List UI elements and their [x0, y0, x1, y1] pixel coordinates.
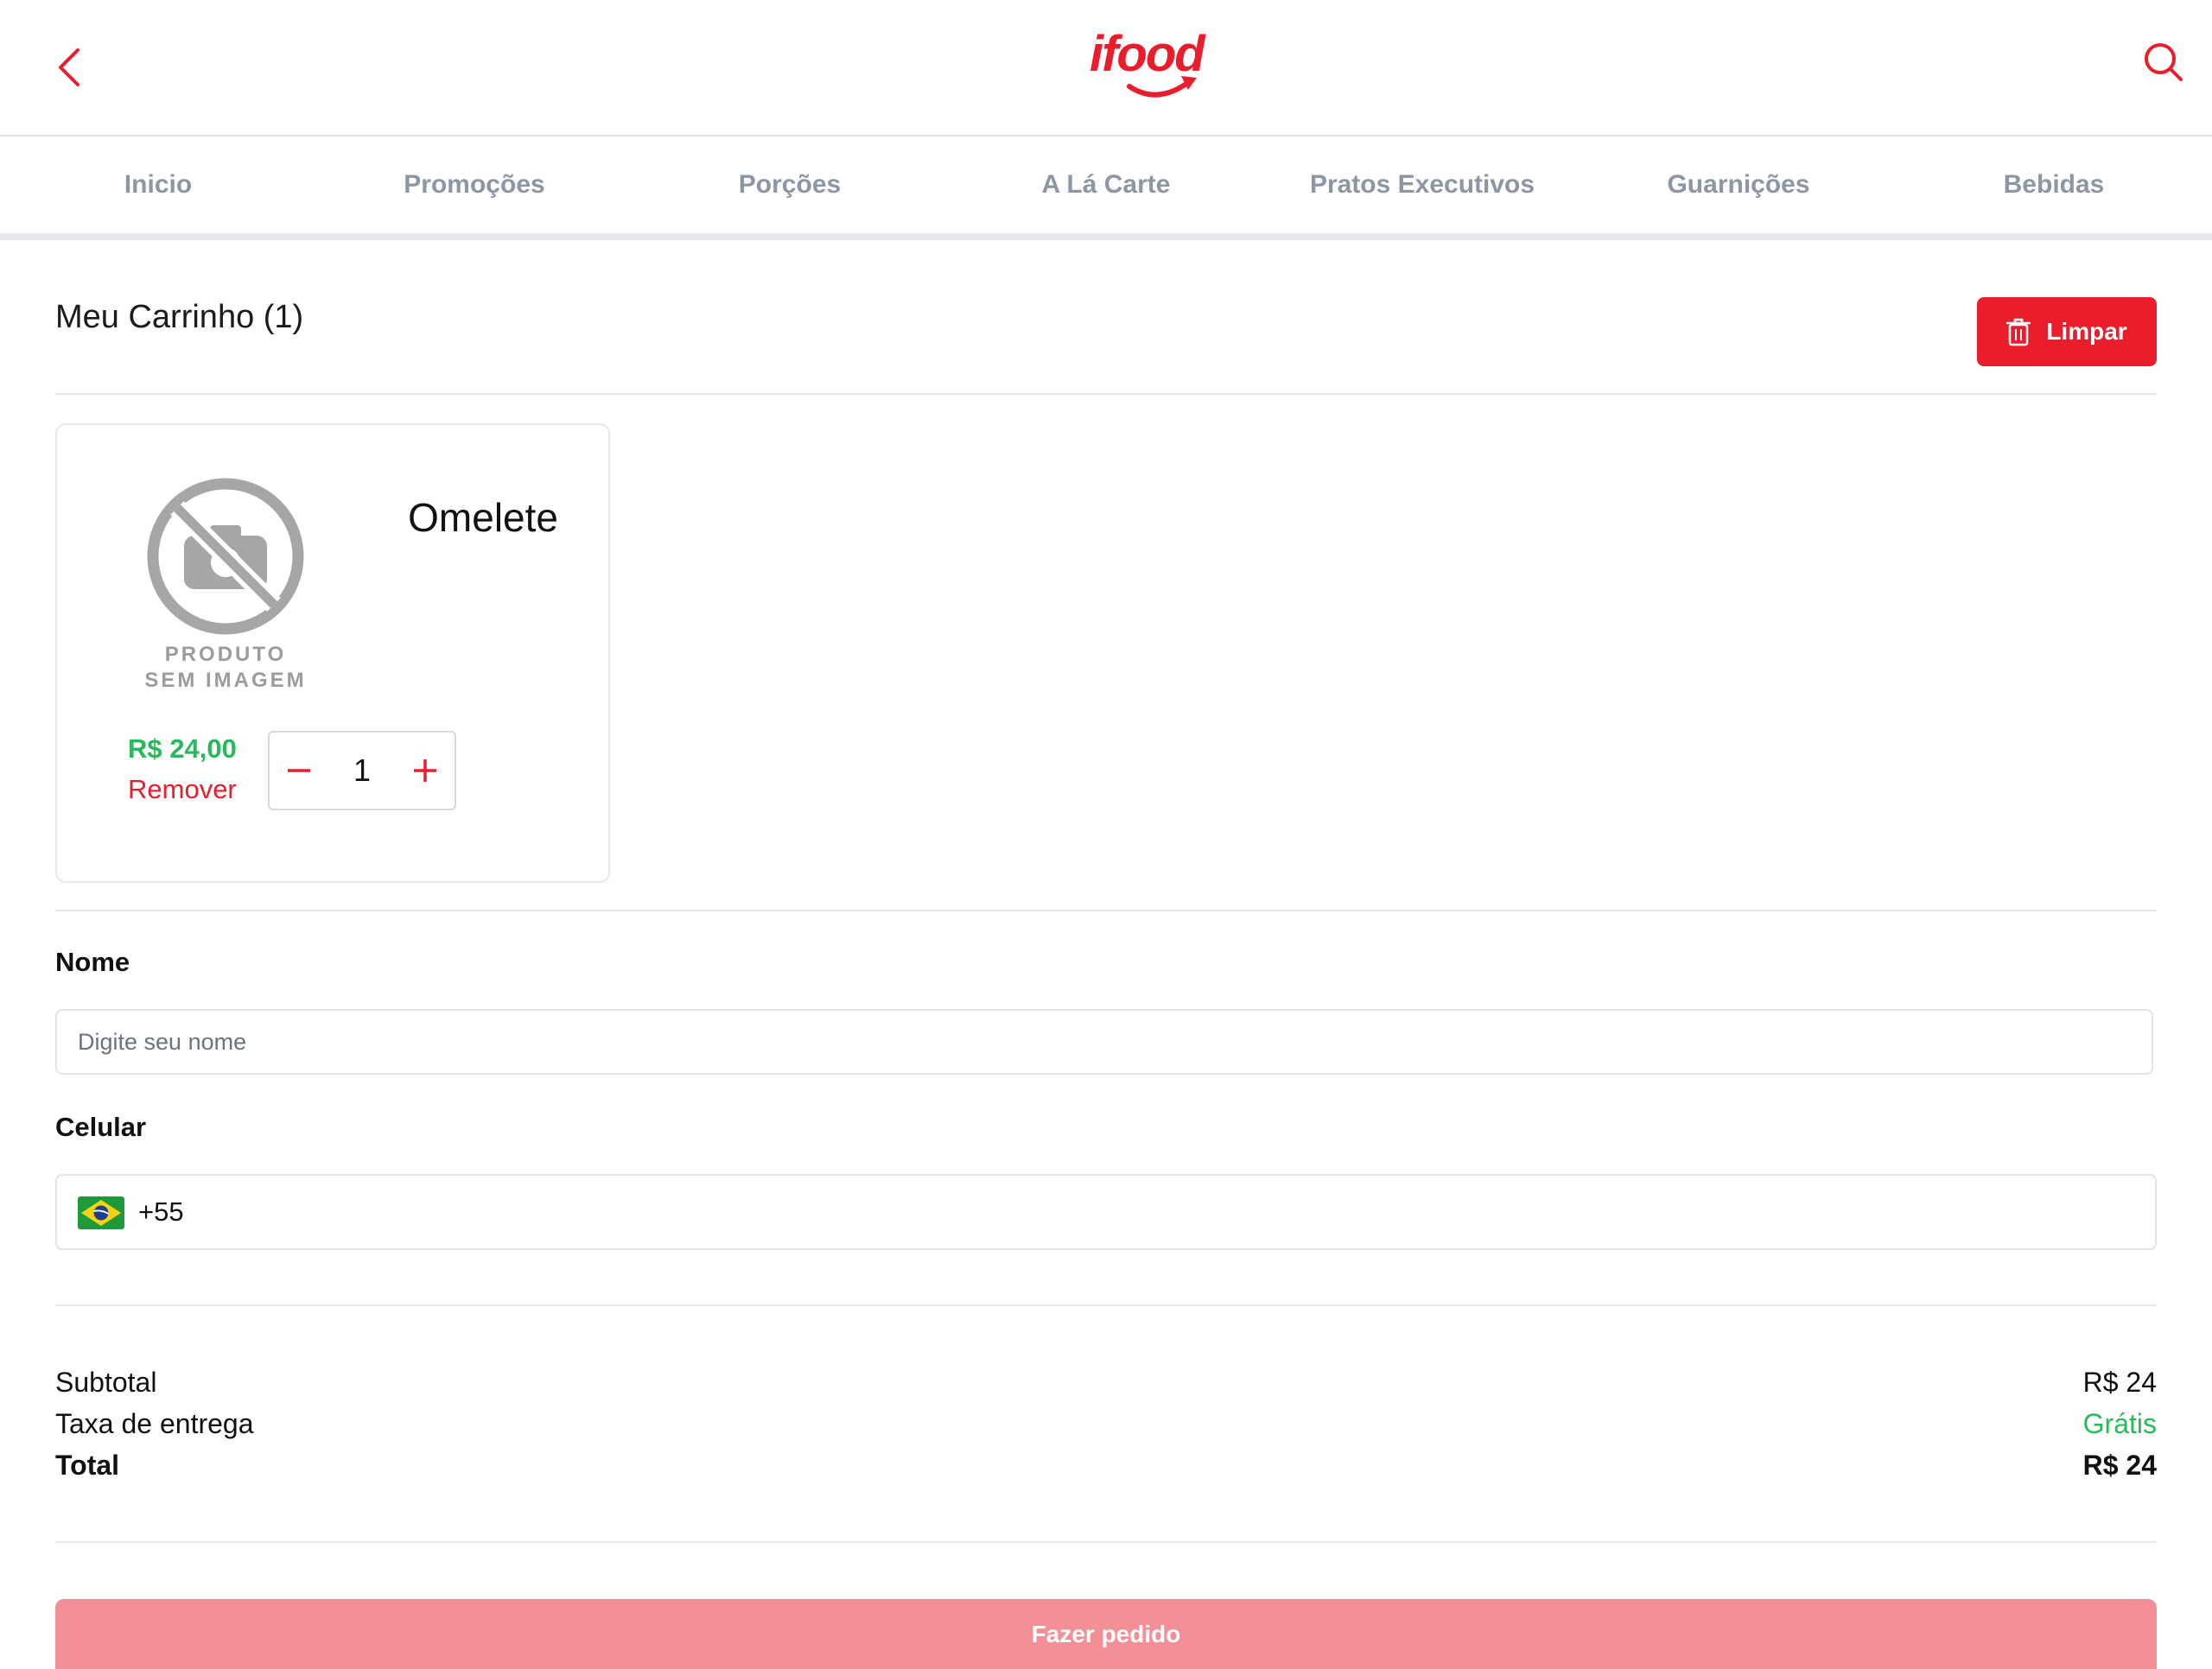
remove-item-link[interactable]: Remover	[128, 774, 237, 805]
place-order-button[interactable]: Fazer pedido	[55, 1599, 2157, 1669]
chevron-left-icon	[59, 48, 79, 86]
clear-cart-label: Limpar	[2046, 318, 2127, 345]
divider	[55, 910, 2157, 911]
clear-cart-button[interactable]: Limpar	[1977, 297, 2157, 366]
delivery-fee-row: Taxa de entrega Grátis	[55, 1408, 2157, 1446]
tab-inicio[interactable]: Inicio	[0, 136, 316, 233]
no-camera-icon	[147, 478, 304, 635]
plus-icon	[414, 759, 436, 782]
divider	[55, 393, 2157, 395]
product-name: Omelete	[408, 495, 558, 540]
ifood-logo[interactable]: ifood	[1084, 21, 1223, 107]
total-label: Total	[55, 1450, 120, 1481]
name-label: Nome	[55, 947, 130, 977]
divider	[55, 1304, 2157, 1306]
search-icon	[2145, 43, 2183, 81]
tab-bebidas[interactable]: Bebidas	[1896, 136, 2212, 233]
tab-porcoes[interactable]: Porções	[632, 136, 948, 233]
back-button[interactable]	[48, 43, 92, 92]
increment-button[interactable]	[396, 733, 454, 809]
name-input[interactable]	[55, 1009, 2153, 1075]
divider	[55, 1541, 2157, 1543]
decrement-button[interactable]	[270, 733, 328, 809]
brazil-flag-icon[interactable]	[78, 1196, 124, 1229]
subtotal-row: Subtotal R$ 24	[55, 1367, 2157, 1405]
subtotal-value: R$ 24	[2082, 1367, 2157, 1398]
phone-label: Celular	[55, 1112, 147, 1142]
category-tabs: Inicio Promoções Porções A Lá Carte Prat…	[0, 136, 2212, 240]
cart-item-card: PRODUTO SEM IMAGEM Omelete R$ 24,00 Remo…	[55, 423, 610, 883]
minus-icon	[288, 769, 310, 772]
placeholder-text-line1: PRODUTO	[164, 643, 287, 666]
tab-guarnicoes[interactable]: Guarnições	[1580, 136, 1897, 233]
search-button[interactable]	[2139, 38, 2188, 86]
delivery-fee-label: Taxa de entrega	[55, 1408, 254, 1439]
tab-a-la-carte[interactable]: A Lá Carte	[948, 136, 1264, 233]
quantity-stepper: 1	[268, 731, 456, 810]
logo-text: ifood	[1090, 26, 1206, 82]
total-value: R$ 24	[2082, 1450, 2157, 1481]
trash-icon	[2006, 318, 2031, 346]
tab-pratos-executivos[interactable]: Pratos Executivos	[1264, 136, 1580, 233]
product-image-placeholder: PRODUTO SEM IMAGEM	[139, 477, 312, 701]
total-row: Total R$ 24	[55, 1450, 2157, 1488]
phone-country-code: +55	[138, 1196, 184, 1227]
top-header: ifood	[0, 0, 2212, 136]
quantity-value: 1	[353, 752, 372, 788]
subtotal-label: Subtotal	[55, 1367, 157, 1398]
delivery-fee-value: Grátis	[2082, 1408, 2157, 1439]
placeholder-text-line2: SEM IMAGEM	[144, 669, 307, 692]
item-price: R$ 24,00	[128, 733, 237, 764]
tab-promocoes[interactable]: Promoções	[316, 136, 632, 233]
cart-title: Meu Carrinho (1)	[55, 299, 304, 335]
phone-field[interactable]: +55	[55, 1174, 2157, 1250]
